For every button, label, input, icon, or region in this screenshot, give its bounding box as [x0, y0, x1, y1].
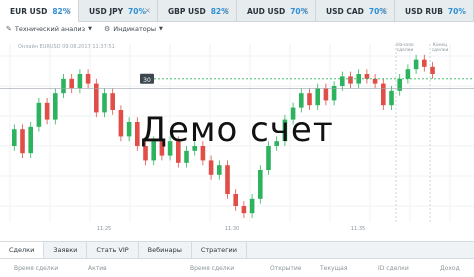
candle [249, 198, 255, 214]
candle [274, 141, 279, 146]
candle [94, 83, 99, 113]
col-current: Текущая [320, 265, 348, 272]
indicators-button[interactable]: ⚙ Индикаторы ▼ [104, 25, 163, 33]
chart-toolbar: ✎ Технический анализ ▼ ⚙ Индикаторы ▼ [0, 22, 474, 36]
candle [266, 146, 271, 170]
candle [167, 141, 173, 156]
time-axis-label: 11:25 [97, 226, 111, 232]
candle [340, 76, 345, 86]
price-chart[interactable]: 30 Начало сделки Конец сделки 11:25 11:30 11:35 [0, 36, 474, 234]
candle [151, 141, 156, 161]
candle [135, 122, 140, 146]
candle [184, 150, 189, 163]
candle [225, 165, 230, 194]
candle [77, 74, 83, 89]
candle [258, 170, 263, 199]
close-icon[interactable]: × [302, 6, 309, 15]
indicators-icon: ⚙ [103, 25, 111, 33]
asset-tabs: EUR USD 82% × USD JPY 70% × GBP USD 82% × AUD … [0, 0, 474, 22]
candle [397, 78, 402, 91]
chevron-down-icon: ▼ [158, 26, 163, 32]
candle [315, 88, 320, 106]
tab-orders[interactable]: Заявки [44, 242, 88, 258]
candle [372, 78, 378, 84]
tab-aud-usd[interactable]: AUD USD 70% × [237, 0, 316, 22]
col-asset: Актив [88, 265, 107, 272]
col-deal-time-2: Время сделки [190, 265, 235, 272]
candle [192, 146, 197, 151]
candle [126, 122, 132, 137]
candle [20, 129, 25, 154]
candlestick-chart[interactable]: 30НачалосделкиКонецсделки11:25 11:30 11:35 [0, 36, 474, 234]
candle [200, 146, 206, 161]
deal-end-label: сделки [432, 48, 449, 53]
candle [323, 88, 329, 101]
candle [53, 93, 58, 120]
candle [61, 78, 66, 94]
deal-start-label: сделки [397, 48, 414, 53]
deals-table-header: Время сделки Актив Время сделки Открытие… [0, 259, 474, 277]
candle [176, 141, 181, 163]
candle [307, 93, 312, 106]
tab-usd-jpy[interactable]: USD JPY 70% × [79, 0, 158, 22]
candle [36, 102, 42, 127]
candle [118, 110, 124, 137]
chevron-down-icon: ▼ [88, 26, 92, 32]
close-icon[interactable]: × [144, 6, 151, 15]
candle [241, 206, 247, 214]
candle [217, 165, 222, 175]
tab-deals[interactable]: Сделки [0, 242, 45, 258]
close-icon[interactable]: × [381, 6, 388, 15]
bottom-tabs: Сделки Заявки Стать VIP Вебинары Стратег… [0, 241, 474, 259]
analysis-icon: ✎ [6, 25, 12, 33]
candle [12, 129, 17, 146]
candle [413, 59, 419, 70]
candle [110, 93, 115, 110]
time-axis-label: 11:30 [225, 226, 239, 232]
candle [143, 146, 148, 161]
candle [389, 90, 394, 106]
tab-gbp-usd[interactable]: GBP USD 82% × [158, 0, 237, 22]
tab-strategies[interactable]: Стратегии [192, 242, 247, 258]
col-deal-id: ID сделки [378, 265, 409, 272]
candle [299, 93, 304, 108]
chart-hint: Онлайн EURUSD 09.08.2017 11:37:51 [18, 44, 115, 50]
tab-usd-cad[interactable]: USD CAD 70% × [316, 0, 395, 22]
candle [102, 93, 107, 113]
tab-eur-usd[interactable]: EUR USD 82% × [0, 0, 79, 22]
col-income: Доход [440, 265, 460, 272]
candle [405, 69, 411, 79]
time-axis-label: 11:35 [351, 226, 365, 232]
col-open: Открытие [270, 265, 302, 272]
candle [282, 119, 288, 142]
tab-usd-rub[interactable]: USD RUB 70% [395, 0, 474, 22]
tab-vip[interactable]: Стать VIP [87, 242, 139, 258]
candle [381, 83, 386, 106]
candle [348, 76, 353, 84]
candle [364, 74, 370, 79]
candle [28, 126, 33, 154]
close-icon[interactable]: × [223, 6, 230, 15]
candle [430, 66, 435, 74]
candle [290, 107, 296, 120]
candle [85, 74, 91, 84]
close-icon[interactable]: × [65, 6, 72, 15]
candle [422, 59, 427, 67]
technical-analysis-button[interactable]: ✎ Технический анализ ▼ [6, 25, 92, 33]
candle [44, 102, 50, 120]
tab-webinars[interactable]: Вебинары [139, 242, 192, 258]
candle [233, 194, 238, 206]
candle [69, 78, 74, 89]
col-deal-time: Время сделки [14, 265, 59, 272]
candle [159, 141, 165, 156]
price-badge-label: 30 [143, 77, 151, 84]
candle [208, 160, 214, 175]
